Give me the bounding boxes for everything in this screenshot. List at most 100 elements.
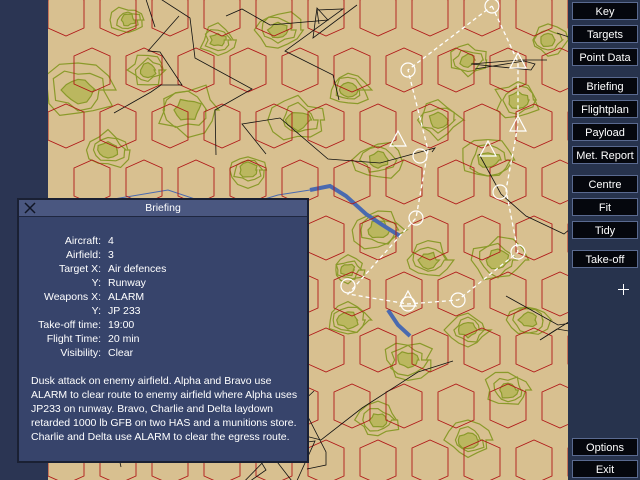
grid-cell (437, 159, 475, 205)
point-data-button[interactable]: Point Data (572, 48, 638, 66)
field-label: Take-off time: (38, 319, 101, 331)
briefing-description: Dusk attack on enemy airfield. Alpha and… (31, 375, 298, 443)
field-label: Flight Time: (46, 333, 101, 345)
briefing-window: Briefing Aircraft: 4 Airfield: 3 Target … (17, 198, 309, 463)
grid-cell (489, 47, 527, 93)
road (225, 4, 358, 39)
take-off-button[interactable]: Take-off (572, 250, 638, 268)
airfield-row: Airfield: 3 (19, 248, 307, 262)
grid-cell (333, 159, 371, 205)
grid-cell (307, 327, 345, 373)
flight-time-row: Flight Time: 20 min (19, 332, 307, 346)
hill-contour (457, 321, 479, 339)
target-x-row: Target X: Air defences (19, 262, 307, 276)
field-label: Visibility: (60, 347, 101, 359)
grid-cell (411, 439, 449, 480)
grid-cell (203, 0, 241, 37)
field-value: 3 (108, 249, 114, 261)
key-button[interactable]: Key (572, 2, 638, 20)
exit-button[interactable]: Exit (572, 460, 638, 478)
field-label: Y: (91, 277, 101, 289)
grid-cell (541, 271, 568, 317)
hill-contour (338, 81, 360, 98)
grid-cell (515, 327, 553, 373)
hill-contour (368, 413, 388, 428)
grid-cell (515, 439, 553, 480)
field-value: Air defences (108, 263, 167, 275)
hill-contour (499, 382, 520, 399)
grid-cell (359, 0, 397, 37)
visibility-row: Visibility: Clear (19, 346, 307, 360)
grid-cell (541, 159, 568, 205)
target-y-row: Y: Runway (19, 276, 307, 290)
weapons-x-row: Weapons X: ALARM (19, 290, 307, 304)
field-value: JP 233 (108, 305, 141, 317)
waypoint-marker-icon (408, 210, 424, 226)
crosshair-cursor-icon (618, 284, 629, 295)
met-report-button[interactable]: Met. Report (572, 146, 638, 164)
threat-triangle-icon (509, 114, 527, 132)
grid-cell (463, 439, 501, 480)
grid-cell (359, 439, 397, 480)
grid-cell (307, 215, 345, 261)
waypoint-marker-icon (340, 278, 356, 294)
road (241, 117, 437, 164)
take-off-time-row: Take-off time: 19:00 (19, 318, 307, 332)
field-label: Aircraft: (64, 235, 101, 247)
hill-contour (139, 62, 157, 79)
fit-button[interactable]: Fit (572, 198, 638, 216)
briefing-titlebar[interactable]: Briefing (19, 200, 307, 217)
hill-contour (417, 251, 441, 270)
targets-button[interactable]: Targets (572, 25, 638, 43)
waypoint-marker-icon (412, 148, 428, 164)
grid-cell (541, 383, 568, 429)
hill-contour (239, 161, 258, 178)
grid-cell (48, 0, 85, 37)
grid-cell (359, 103, 397, 149)
field-label: Target X: (58, 263, 101, 275)
hill-contour (97, 141, 119, 159)
hill-contour (428, 111, 450, 130)
briefing-title: Briefing (145, 202, 181, 214)
grid-cell (515, 103, 553, 149)
field-label: Weapons X: (43, 291, 101, 303)
grid-cell (177, 47, 215, 93)
road (505, 295, 568, 341)
grid-cell (437, 271, 475, 317)
field-value: Runway (108, 277, 146, 289)
grid-cell (229, 47, 267, 93)
field-value: ALARM (108, 291, 145, 303)
grid-cell (437, 383, 475, 429)
grid-cell (281, 47, 319, 93)
tidy-button[interactable]: Tidy (572, 221, 638, 239)
flightplan-button[interactable]: Flightplan (572, 100, 638, 118)
grid-cell (515, 215, 553, 261)
hill-contour (540, 32, 556, 48)
side-menu (568, 0, 640, 480)
mission-planner-screen: Key Targets Point Data Briefing Flightpl… (0, 0, 640, 480)
hill-contour (120, 13, 137, 27)
hill-contour (368, 150, 390, 169)
grid-cell (463, 103, 501, 149)
grid-cell (307, 103, 345, 149)
field-label: Y: (91, 305, 101, 317)
grid-cell (463, 0, 501, 37)
options-button[interactable]: Options (572, 438, 638, 456)
centre-button[interactable]: Centre (572, 175, 638, 193)
grid-cell (515, 0, 553, 37)
grid-cell (385, 159, 423, 205)
weapons-y-row: Y: JP 233 (19, 304, 307, 318)
hill-contour (508, 90, 530, 110)
hill-contour (517, 311, 538, 328)
briefing-button[interactable]: Briefing (572, 77, 638, 95)
aircraft-row: Aircraft: 4 (19, 234, 307, 248)
grid-cell (385, 47, 423, 93)
road (145, 0, 253, 156)
grid-cell (411, 0, 449, 37)
grid-cell (411, 327, 449, 373)
payload-button[interactable]: Payload (572, 123, 638, 141)
field-value: 4 (108, 235, 114, 247)
field-value: 19:00 (108, 319, 135, 331)
field-value: Clear (108, 347, 134, 359)
field-value: 20 min (108, 333, 140, 345)
